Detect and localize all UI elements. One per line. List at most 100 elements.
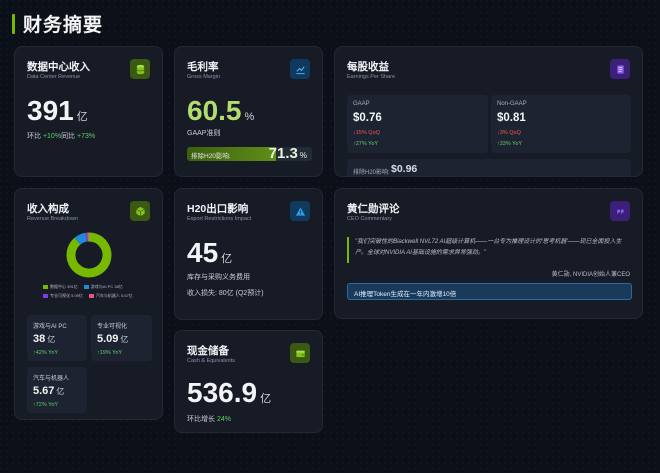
legend-label: 游戏与AI PC 38亿 — [90, 284, 123, 289]
cash-subtitle: Cash & Equivalents — [187, 358, 235, 364]
gross-margin-excl-unit: % — [299, 151, 307, 160]
gross-margin-unit: % — [244, 111, 255, 123]
gross-margin-value-number: 60.5 — [187, 95, 242, 126]
gross-margin-excl-bar: 排除H20影响: 71.3% — [187, 147, 312, 161]
breakdown-item-label: 游戏与AI PC — [33, 324, 67, 330]
eps-excl-box: 排除H20影响: $0.96 — [347, 159, 631, 176]
eps-gaap-yoy: ↑27% YoY — [353, 141, 379, 147]
title-accent-bar — [12, 13, 15, 34]
gross-margin-excl-number: 71.3 — [268, 147, 298, 161]
breakdown-item-unit: 亿 — [47, 335, 56, 344]
legend-item-gaming: 游戏与AI PC 38亿 — [83, 284, 123, 290]
cash-growth: 环比增长 24% — [187, 414, 231, 424]
breakdown-item-value: 5.09 亿 — [97, 333, 128, 345]
breakdown-item-value: 38 亿 — [33, 333, 55, 345]
cash-growth-value: 24% — [216, 416, 231, 423]
legend-swatch — [88, 294, 94, 298]
ceo-quote-block: "我们突破性的Blackwell NVL72 AI超级计算机——一台专为推理设计… — [347, 237, 633, 263]
breakdown-item-yoy: ↑72% YoY — [33, 402, 59, 408]
cash-card: 现金储备 Cash & Equivalents 536.9 亿 环比增长 24% — [174, 330, 323, 433]
datacenter-card: 数据中心收入 Data Center Revenue 391 亿 环比 +10%同… — [14, 46, 163, 177]
revenue-breakdown-card: 收入构成 Revenue Breakdown 数据中心 391亿 游戏与AI P… — [14, 188, 163, 420]
eps-gaap-value: $0.76 — [353, 112, 382, 124]
datacenter-yoy-label: 同比 — [61, 133, 76, 140]
eps-gaap-box: GAAP $0.76 ↓15% QoQ ↑27% YoY — [347, 95, 488, 153]
breakdown-item-pro-vis: 专业可视化 5.09 亿 ↑19% YoY — [91, 315, 152, 361]
datacenter-subtitle: Data Center Revenue — [27, 74, 81, 80]
ceo-author: 黄仁勋, NVIDIA创始人兼CEO — [551, 272, 630, 278]
breakdown-item-unit: 亿 — [56, 387, 65, 396]
gross-margin-value: 60.5% — [187, 95, 254, 127]
datacenter-value-number: 391 — [27, 95, 74, 126]
datacenter-qoq-label: 环比 — [27, 133, 41, 140]
legend-label: 专业可视化 5.09亿 — [50, 293, 83, 298]
gross-margin-excl-value: 71.3% — [269, 147, 307, 161]
eps-gaap-qoq: ↓15% QoQ — [353, 130, 380, 136]
h20-subtitle: Export Restrictions Impact — [187, 216, 252, 222]
h20-desc: 库存与采购义务费用 — [187, 274, 250, 281]
legend-swatch — [83, 285, 89, 289]
legend-item-pro-vis: 专业可视化 5.09亿 — [43, 293, 83, 299]
eps-excl-value: $0.96 — [391, 163, 418, 175]
ceo-quote-text: "我们突破性的Blackwell NVL72 AI超级计算机——一台专为推理设计… — [355, 239, 622, 256]
datacenter-growth: 环比 +10%同比 +73% — [27, 131, 95, 141]
h20-unit: 亿 — [221, 253, 233, 265]
h20-title: H20出口影响 — [187, 203, 249, 215]
cash-title: 现金储备 — [187, 345, 229, 357]
breakdown-item-yoy: ↑19% YoY — [97, 350, 123, 356]
eps-nongaap-qoq: ↓3% QoQ — [497, 130, 521, 136]
gross-margin-excl-label: 排除H20影响: — [191, 153, 231, 160]
donut-slice-0 — [66, 232, 112, 278]
h20-value: 45 亿 — [187, 237, 232, 269]
datacenter-title: 数据中心收入 — [27, 61, 90, 73]
legend-swatch — [43, 285, 48, 289]
legend-swatch — [43, 294, 48, 298]
quote-icon — [610, 201, 630, 221]
h20-loss: 收入损失: 80亿 (Q2预计) — [187, 290, 264, 297]
eps-nongaap-yoy: ↑33% YoY — [497, 141, 523, 147]
breakdown-item-value: 5.67 亿 — [33, 385, 64, 397]
datacenter-qoq-value: +10% — [42, 133, 62, 140]
datacenter-value: 391 亿 — [27, 95, 88, 127]
donut-slice-1 — [74, 232, 88, 245]
gross-margin-subtitle: Gross Margin — [187, 74, 221, 80]
breakdown-item-label: 汽车与机器人 — [33, 376, 70, 382]
cash-growth-label: 环比增长 — [187, 416, 215, 423]
page-title: 财务摘要 — [12, 10, 103, 37]
breakdown-item-unit: 亿 — [120, 335, 129, 344]
ceo-subtitle: CEO Commentary — [347, 216, 392, 222]
cash-value-number: 536.9 — [187, 377, 258, 408]
gross-margin-card: 毛利率 Gross Margin 60.5% GAAP准则 排除H20影响: 7… — [174, 46, 323, 177]
eps-card: 每股收益 Earnings Per Share GAAP $0.76 ↓15% … — [334, 46, 643, 177]
ceo-card: 黄仁勋评论 CEO Commentary "我们突破性的Blackwell NV… — [334, 188, 643, 319]
page-title-text: 财务摘要 — [23, 15, 104, 36]
document-icon — [610, 59, 630, 79]
eps-excl-label: 排除H20影响: — [353, 170, 390, 176]
warning-icon — [290, 201, 310, 221]
eps-nongaap-value: $0.81 — [497, 112, 526, 124]
chart-line-icon — [290, 59, 310, 79]
eps-nongaap-label: Non-GAAP — [497, 101, 527, 107]
ceo-highlight-text: AI推理Token生成在一年内激增10倍 — [354, 291, 457, 298]
gross-margin-basis: GAAP准则 — [187, 130, 221, 137]
legend-item-auto: 汽车与机器人 5.67亿 — [88, 293, 133, 299]
legend-item-datacenter: 数据中心 391亿 — [43, 284, 78, 290]
breakdown-item-yoy: ↑42% YoY — [33, 350, 59, 356]
breakdown-item-label: 专业可视化 — [97, 324, 128, 330]
h20-card: H20出口影响 Export Restrictions Impact 45 亿 库… — [174, 188, 323, 320]
datacenter-yoy-value: +73% — [77, 133, 96, 140]
datacenter-unit: 亿 — [76, 111, 88, 123]
eps-subtitle: Earnings Per Share — [347, 74, 395, 80]
breakdown-item-number: 5.67 — [33, 385, 55, 397]
breakdown-item-auto: 汽车与机器人 5.67 亿 ↑72% YoY — [27, 367, 87, 413]
breakdown-item-number: 5.09 — [97, 333, 119, 345]
legend-label: 汽车与机器人 5.67亿 — [95, 293, 133, 298]
breakdown-item-gaming: 游戏与AI PC 38 亿 ↑42% YoY — [27, 315, 87, 361]
cash-value: 536.9 亿 — [187, 377, 271, 409]
eps-title: 每股收益 — [347, 61, 389, 73]
ceo-highlight-bar: AI推理Token生成在一年内激增10倍 — [347, 283, 632, 300]
database-icon — [130, 59, 150, 79]
wallet-icon — [290, 343, 310, 363]
cash-unit: 亿 — [260, 393, 272, 405]
revenue-legend: 数据中心 391亿 游戏与AI PC 38亿 专业可视化 5.09亿 汽车与机器… — [43, 284, 162, 302]
